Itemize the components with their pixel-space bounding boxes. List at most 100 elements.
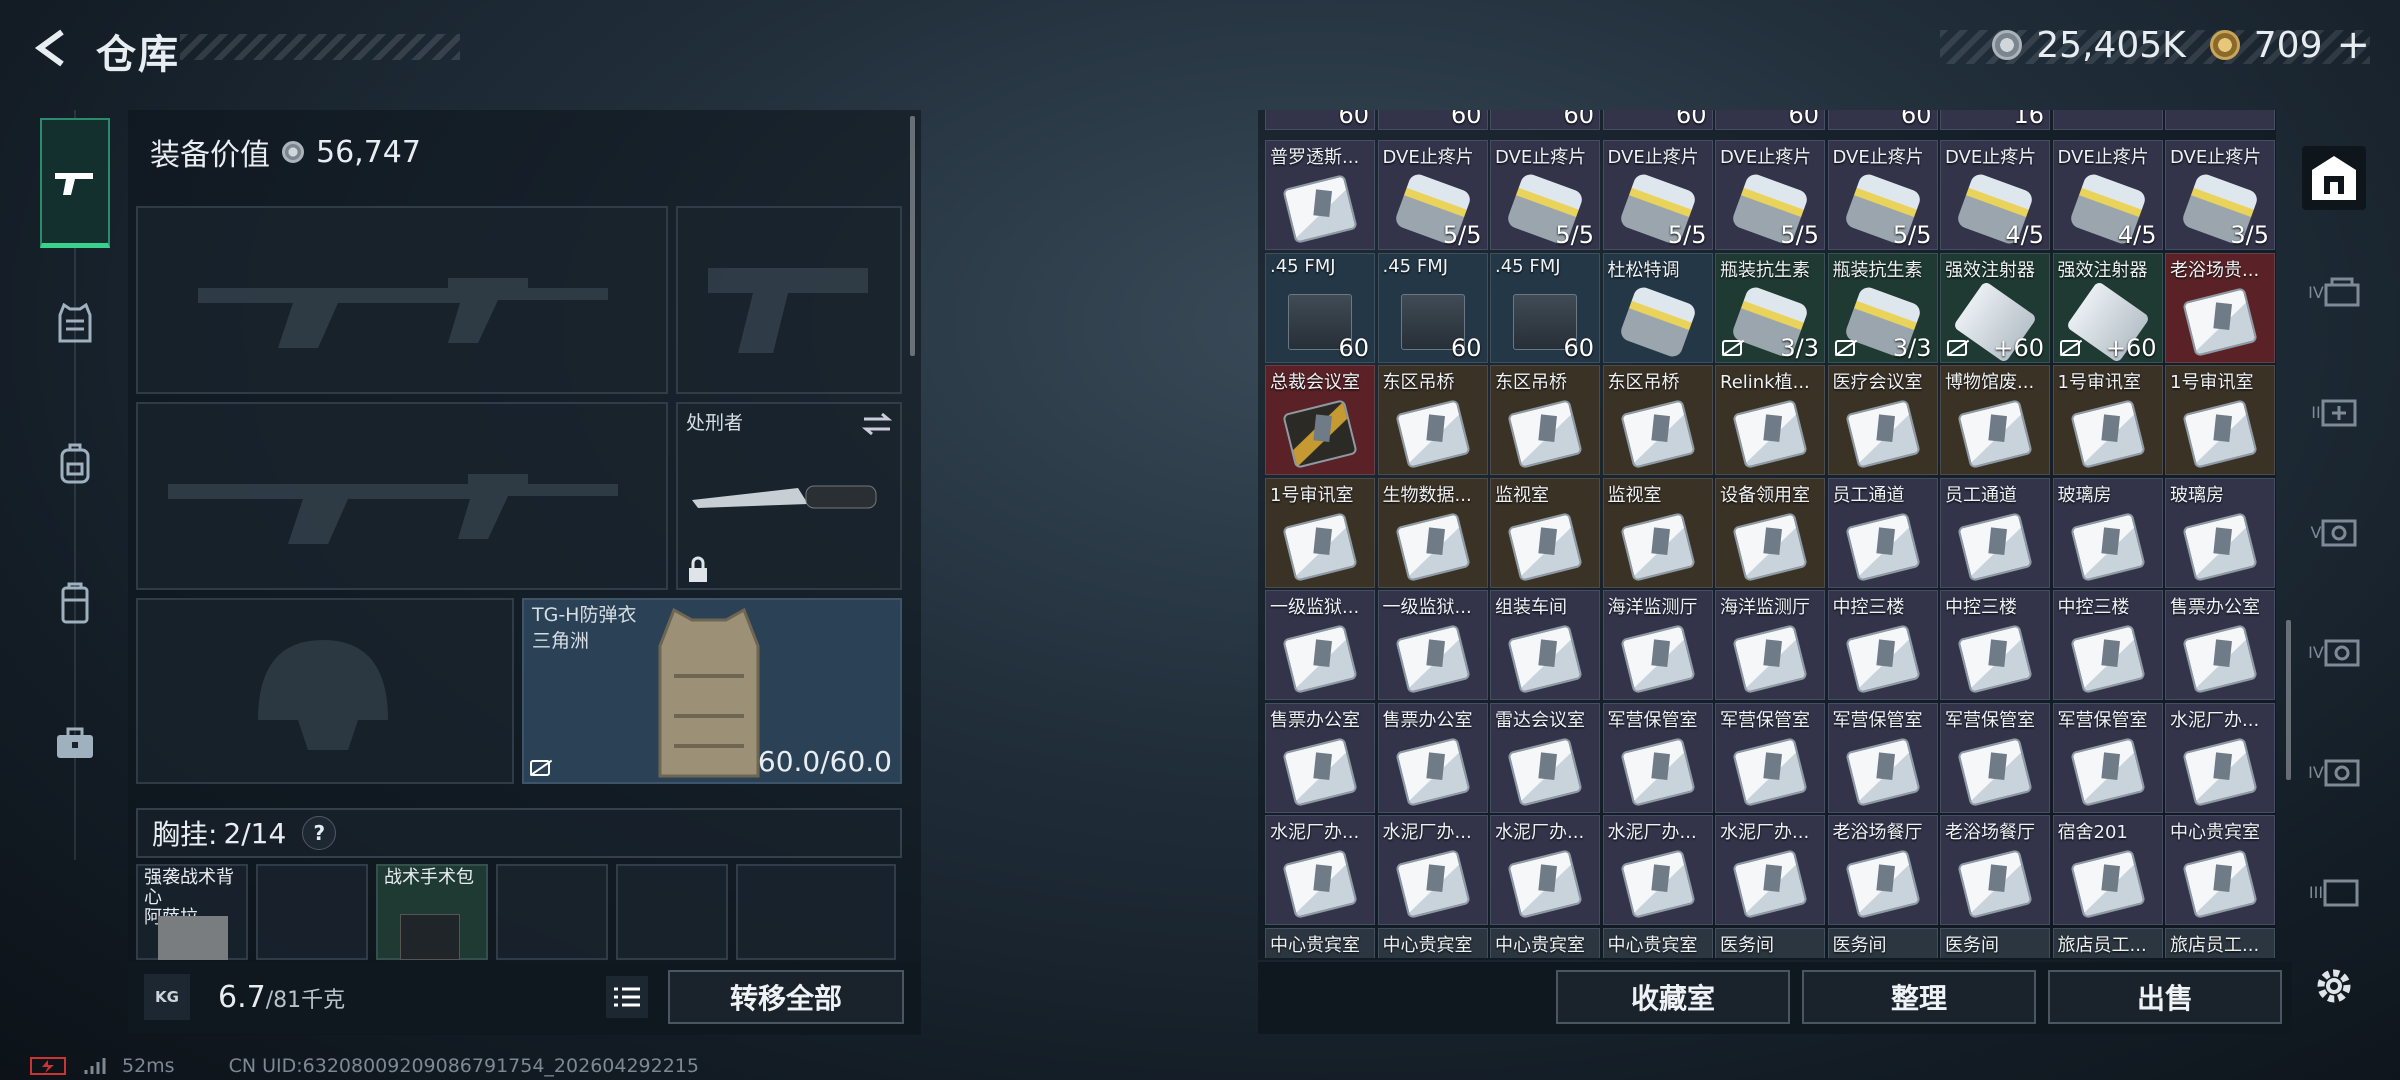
stash-item-cell[interactable]: 老浴场贵...	[2165, 252, 2275, 363]
pouch-slot-4[interactable]	[496, 864, 608, 960]
stash-item-cell[interactable]: 老浴场餐厅	[1827, 815, 1938, 925]
stash-item-cell[interactable]: 中控三楼	[2052, 590, 2163, 700]
stash-item-cell[interactable]: 杜松特调	[1602, 252, 1713, 363]
primary-weapon-slot[interactable]	[136, 206, 668, 394]
stash-item-cell[interactable]: .45 FMJ 60	[1265, 252, 1375, 363]
stash-item-cell[interactable]: 强效注射器 +60	[2052, 252, 2163, 363]
stash-item-cell[interactable]: 老浴场餐厅	[1940, 815, 2050, 925]
rail-key-iv-2-tab[interactable]: IV	[2302, 740, 2366, 804]
settings-button[interactable]	[2302, 954, 2366, 1018]
armor-slot[interactable]: TG-H防弹衣 三角洲 60.0/60.0	[522, 598, 902, 784]
stash-item-cell[interactable]: 中心贵宾室	[1377, 927, 1488, 958]
stash-item-cell[interactable]: DVE止疼片 5/5	[1602, 140, 1713, 250]
stash-item-cell[interactable]: 1号审讯室	[1265, 477, 1375, 588]
stash-item-cell[interactable]: 普罗透斯...	[1265, 140, 1375, 250]
rail-toolbox-tab[interactable]	[40, 678, 110, 808]
collection-room-button[interactable]: 收藏室	[1556, 970, 1790, 1024]
rail-item-iii-tab[interactable]: III	[2302, 860, 2366, 924]
add-gold-button[interactable]: +	[2336, 22, 2370, 68]
stash-item-cell[interactable]: 1号审讯室	[2165, 365, 2275, 475]
stash-item-cell[interactable]: 16	[1940, 110, 2050, 130]
stash-item-cell[interactable]: 60	[1377, 110, 1488, 130]
swap-icon[interactable]	[862, 412, 892, 436]
stash-item-cell[interactable]: 医务间	[1827, 927, 1938, 958]
stash-item-cell[interactable]: 雷达会议室	[1490, 702, 1600, 813]
stash-item-cell[interactable]: DVE止疼片 5/5	[1827, 140, 1938, 250]
stash-item-cell[interactable]: 医疗会议室	[1827, 365, 1938, 475]
stash-item-cell[interactable]: 员工通道	[1940, 477, 2050, 588]
list-view-button[interactable]	[606, 976, 648, 1018]
stash-item-cell[interactable]: 旅店员工...	[2052, 927, 2163, 958]
melee-slot[interactable]: 处刑者	[676, 402, 902, 590]
stash-item-cell[interactable]: 监视室	[1490, 477, 1600, 588]
stash-item-cell[interactable]: 水泥厂办...	[1602, 815, 1713, 925]
rail-weapons-tab[interactable]	[40, 118, 110, 248]
stash-item-cell[interactable]: DVE止疼片 5/5	[1715, 140, 1825, 250]
back-button[interactable]	[28, 24, 76, 72]
stash-item-cell[interactable]: 玻璃房	[2165, 477, 2275, 588]
stash-item-cell[interactable]: 东区吊桥	[1490, 365, 1600, 475]
stash-item-cell[interactable]: 中心贵宾室	[1490, 927, 1600, 958]
stash-item-cell[interactable]: 售票办公室	[1265, 702, 1375, 813]
rail-safe-box-tab[interactable]	[2302, 146, 2366, 210]
rail-backpack-tab[interactable]	[40, 398, 110, 528]
stash-item-cell[interactable]: 60	[1715, 110, 1825, 130]
stash-item-cell[interactable]: 博物馆废...	[1940, 365, 2050, 475]
stash-item-cell[interactable]: 水泥厂办...	[1490, 815, 1600, 925]
stash-item-cell[interactable]: 监视室	[1602, 477, 1713, 588]
stash-item-cell[interactable]: 军营保管室	[1827, 702, 1938, 813]
rail-armor-tab[interactable]	[40, 258, 110, 388]
stash-item-cell[interactable]: .45 FMJ 60	[1377, 252, 1488, 363]
stash-item-cell[interactable]: 医务间	[1715, 927, 1825, 958]
stash-item-cell[interactable]: 售票办公室	[1377, 702, 1488, 813]
stash-item-cell[interactable]: 60	[1602, 110, 1713, 130]
stash-item-cell[interactable]: 海洋监测厅	[1602, 590, 1713, 700]
stash-item-cell[interactable]: 宿舍201	[2052, 815, 2163, 925]
stash-item-cell[interactable]: 旅店员工...	[2165, 927, 2275, 958]
stash-item-cell[interactable]: DVE止疼片 4/5	[1940, 140, 2050, 250]
stash-item-cell[interactable]: 东区吊桥	[1377, 365, 1488, 475]
stash-item-cell[interactable]: 设备领用室	[1715, 477, 1825, 588]
rail-medical-tab[interactable]: II	[2302, 380, 2366, 444]
stash-item-cell[interactable]: 中心贵宾室	[2165, 815, 2275, 925]
pouch-slot-6[interactable]	[736, 864, 896, 960]
pouch-slot-1[interactable]: 强袭战术背心阿萨拉	[136, 864, 248, 960]
pouch-slot-3[interactable]: 战术手术包	[376, 864, 488, 960]
stash-item-cell[interactable]: DVE止疼片 3/5	[2165, 140, 2275, 250]
rail-container-iv-tab[interactable]: IV	[2302, 260, 2366, 324]
sell-button[interactable]: 出售	[2048, 970, 2282, 1024]
stash-item-cell[interactable]: 员工通道	[1827, 477, 1938, 588]
stash-item-cell[interactable]: 东区吊桥	[1602, 365, 1713, 475]
stash-item-cell[interactable]: Relink植...	[1715, 365, 1825, 475]
stash-item-cell[interactable]: .45 FMJ 60	[1490, 252, 1600, 363]
organize-button[interactable]: 整理	[1802, 970, 2036, 1024]
stash-item-cell[interactable]: DVE止疼片 5/5	[1490, 140, 1600, 250]
stash-item-cell[interactable]: 60	[1827, 110, 1938, 130]
rail-key-v-tab[interactable]: V	[2302, 500, 2366, 564]
stash-item-cell[interactable]: 军营保管室	[1940, 702, 2050, 813]
stash-item-cell[interactable]: 强效注射器 +60	[1940, 252, 2050, 363]
pouch-slot-5[interactable]	[616, 864, 728, 960]
pouch-slot-2[interactable]	[256, 864, 368, 960]
stash-item-cell[interactable]: 售票办公室	[2165, 590, 2275, 700]
stash-item-cell[interactable]	[2052, 110, 2163, 130]
stash-item-cell[interactable]: DVE止疼片 4/5	[2052, 140, 2163, 250]
stash-item-cell[interactable]: 水泥厂办...	[2165, 702, 2275, 813]
stash-item-cell[interactable]: 中控三楼	[1940, 590, 2050, 700]
stash-item-cell[interactable]: 60	[1265, 110, 1375, 130]
stash-item-cell[interactable]: 医务间	[1940, 927, 2050, 958]
helmet-slot[interactable]	[136, 598, 514, 784]
stash-item-cell[interactable]: 生物数据...	[1377, 477, 1488, 588]
stash-scrollbar[interactable]	[2286, 620, 2291, 780]
stash-item-cell[interactable]: 海洋监测厅	[1715, 590, 1825, 700]
pistol-slot[interactable]	[676, 206, 902, 394]
stash-item-cell[interactable]: 玻璃房	[2052, 477, 2163, 588]
stash-item-cell[interactable]: 一级监狱...	[1377, 590, 1488, 700]
stash-item-cell[interactable]: 水泥厂办...	[1265, 815, 1375, 925]
transfer-all-button[interactable]: 转移全部	[668, 970, 904, 1024]
stash-item-cell[interactable]: 中心贵宾室	[1265, 927, 1375, 958]
secondary-weapon-slot[interactable]	[136, 402, 668, 590]
stash-item-cell[interactable]: 60	[1490, 110, 1600, 130]
stash-item-cell[interactable]: 中控三楼	[1827, 590, 1938, 700]
stash-item-cell[interactable]: 瓶装抗生素 3/3	[1827, 252, 1938, 363]
